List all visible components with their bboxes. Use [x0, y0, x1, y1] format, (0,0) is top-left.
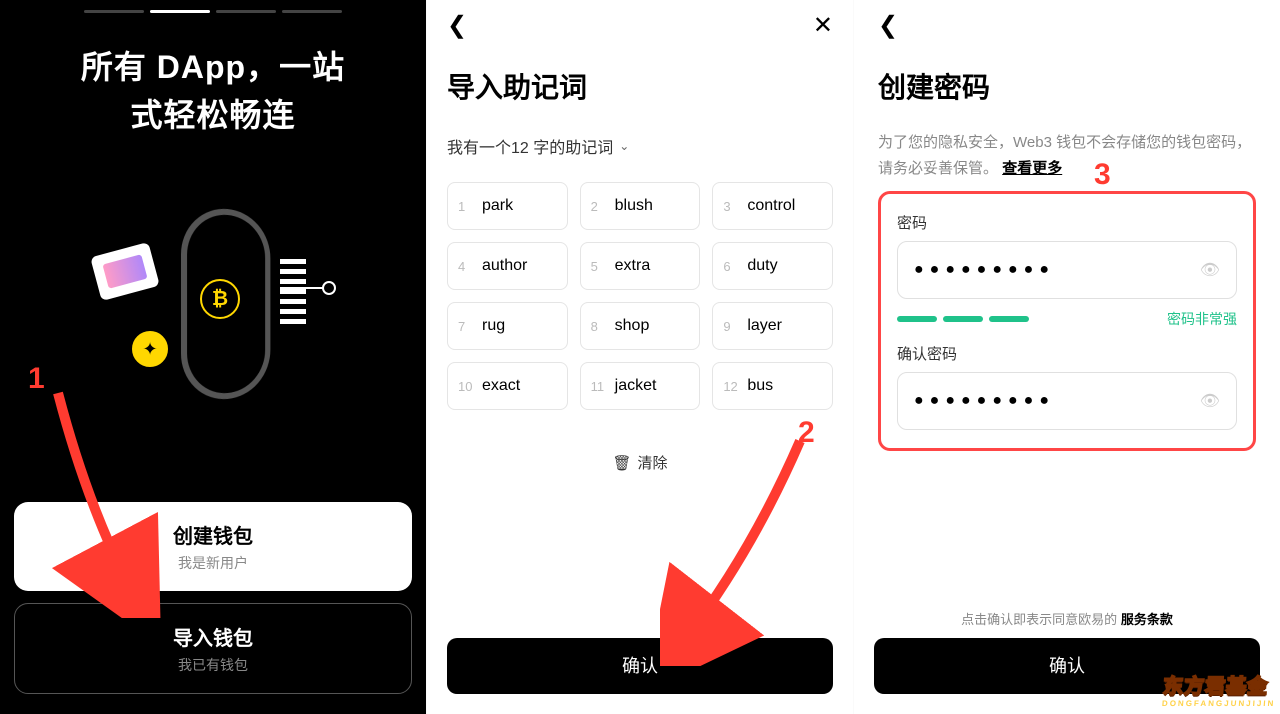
confirm-password-input[interactable]: ●●●●●●●●● 👁: [897, 372, 1237, 430]
illustration: [0, 189, 426, 409]
back-icon[interactable]: ❮: [447, 11, 467, 40]
qr-icon: [280, 259, 306, 329]
annotation-2: 2: [798, 416, 815, 450]
description: 为了您的隐私安全，Web3 钱包不会存储您的钱包密码，请务必妥善保管。 查看更多: [878, 130, 1256, 181]
seed-word-7[interactable]: 7rug: [447, 302, 568, 350]
strength-meter: 密码非常强: [897, 309, 1237, 329]
terms-text: 点击确认即表示同意欧易的 服务条款: [854, 609, 1280, 628]
eye-icon[interactable]: 👁: [1200, 260, 1220, 280]
close-icon[interactable]: ✕: [813, 11, 833, 40]
annotation-1: 1: [28, 362, 45, 396]
back-icon[interactable]: ❮: [878, 11, 898, 40]
arrow-2: [660, 436, 820, 666]
seed-word-4[interactable]: 4author: [447, 242, 568, 290]
chevron-down-icon: ⌄: [619, 139, 629, 153]
confirm-password-label: 确认密码: [897, 343, 1237, 364]
seed-word-11[interactable]: 11jacket: [580, 362, 701, 410]
headline: 所有 DApp，一站 式轻松畅连: [81, 43, 345, 139]
arrow-1: [48, 388, 168, 618]
bitcoin-icon: [200, 279, 240, 319]
watermark: 东方君基金DONGFANGJUNJIJIN: [1161, 670, 1277, 708]
terms-link[interactable]: 服务条款: [1121, 612, 1173, 627]
password-input[interactable]: ●●●●●●●●● 👁: [897, 241, 1237, 299]
seed-word-3[interactable]: 3control: [712, 182, 833, 230]
seed-word-6[interactable]: 6duty: [712, 242, 833, 290]
compass-icon: [130, 329, 170, 369]
word-count-selector[interactable]: 我有一个12 字的助记词 ⌄: [447, 134, 833, 158]
password-section: 密码 ●●●●●●●●● 👁 密码非常强 确认密码 ●●●●●●●●● 👁: [878, 191, 1256, 451]
password-label: 密码: [897, 212, 1237, 233]
page-title: 导入助记词: [447, 66, 833, 106]
seed-word-2[interactable]: 2blush: [580, 182, 701, 230]
learn-more-link[interactable]: 查看更多: [1002, 160, 1062, 177]
create-password-panel: ❮ 创建密码 为了您的隐私安全，Web3 钱包不会存储您的钱包密码，请务必妥善保…: [853, 0, 1280, 714]
progress-indicator: [84, 10, 342, 13]
seed-grid: 1park2blush3control 4author5extra6duty 7ru…: [447, 182, 833, 410]
trash-icon: 🗑: [612, 455, 631, 472]
seed-word-12[interactable]: 12bus: [712, 362, 833, 410]
seed-word-9[interactable]: 9layer: [712, 302, 833, 350]
seed-word-10[interactable]: 10exact: [447, 362, 568, 410]
seed-word-8[interactable]: 8shop: [580, 302, 701, 350]
page-title: 创建密码: [878, 66, 1256, 106]
seed-word-5[interactable]: 5extra: [580, 242, 701, 290]
annotation-3: 3: [1094, 158, 1111, 192]
eye-icon[interactable]: 👁: [1200, 391, 1220, 411]
seed-word-1[interactable]: 1park: [447, 182, 568, 230]
